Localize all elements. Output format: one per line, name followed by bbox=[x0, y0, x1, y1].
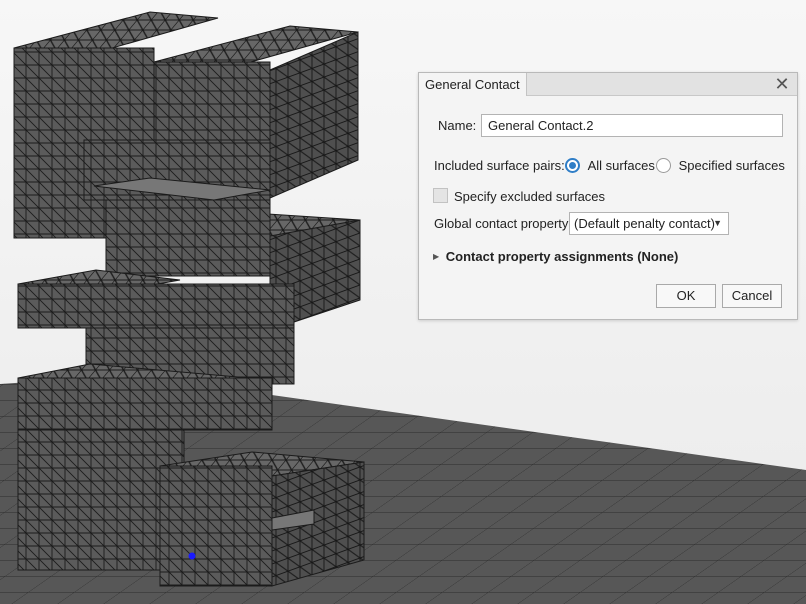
name-label: Name: bbox=[438, 118, 477, 133]
expand-triangle-icon: ▶ bbox=[433, 252, 440, 262]
dropdown-arrow-icon: ▼ bbox=[713, 218, 722, 228]
radio-specified-label: Specified surfaces bbox=[678, 158, 785, 174]
global-property-select[interactable]: (Default penalty contact) ▼ bbox=[569, 212, 729, 235]
ok-button[interactable]: OK bbox=[656, 284, 716, 308]
radio-all-label: All surfaces bbox=[587, 158, 655, 174]
assignments-label: Contact property assignments (None) bbox=[445, 249, 679, 265]
radio-specified-surfaces[interactable]: Specified surfaces bbox=[656, 157, 785, 174]
exclude-label: Specify excluded surfaces bbox=[454, 189, 606, 204]
dialog-tab[interactable]: General Contact bbox=[419, 73, 527, 96]
close-icon[interactable]: ✕ bbox=[773, 74, 791, 94]
lattice-tower bbox=[13, 11, 365, 587]
radio-unselected-icon bbox=[656, 158, 671, 174]
global-property-label: Global contact property: bbox=[434, 216, 573, 231]
exclude-checkbox[interactable] bbox=[433, 188, 448, 203]
dialog-titlebar: General Contact ✕ bbox=[419, 73, 797, 96]
general-contact-dialog: General Contact ✕ Name: General Contact.… bbox=[418, 72, 798, 320]
node-marker bbox=[188, 552, 196, 560]
global-property-value: (Default penalty contact) bbox=[574, 216, 715, 231]
assignments-expander[interactable]: ▶ Contact property assignments (None) bbox=[433, 248, 678, 264]
radio-all-surfaces[interactable]: All surfaces bbox=[565, 157, 655, 174]
radio-selected-icon bbox=[565, 158, 580, 174]
pairs-label: Included surface pairs: bbox=[434, 158, 565, 173]
cancel-button[interactable]: Cancel bbox=[722, 284, 782, 308]
name-field[interactable]: General Contact.2 bbox=[481, 114, 783, 137]
